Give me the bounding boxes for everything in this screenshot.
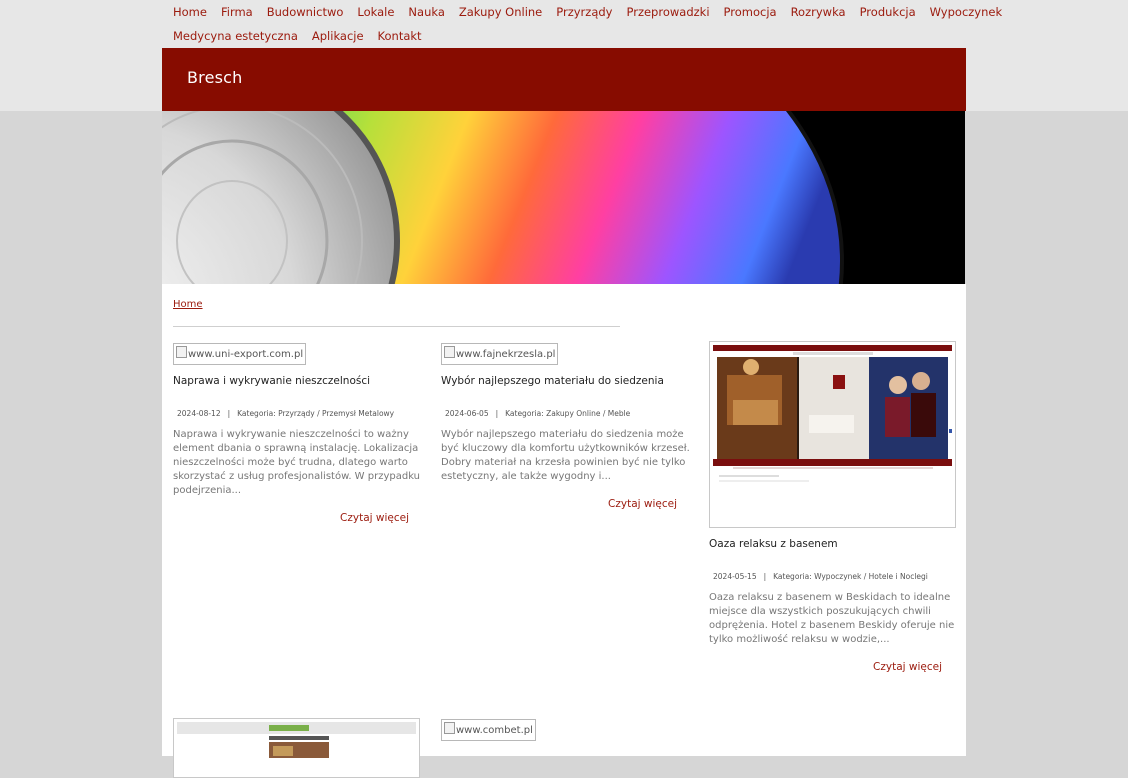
breadcrumb-home[interactable]: Home [173, 299, 203, 310]
meta-separator: | [763, 572, 767, 581]
read-more-link[interactable]: Czytaj więcej [709, 661, 956, 673]
article-card: Oaza relaksu z basenem 2024-05-15 | Katego… [709, 341, 956, 673]
banner-image [162, 111, 965, 284]
hotel-website-thumbnail [713, 345, 952, 524]
nav-item-rozrywka[interactable]: Rozrywka [791, 4, 846, 20]
nav-item-promocja[interactable]: Promocja [724, 4, 777, 20]
nav-item-przeprowadzki[interactable]: Przeprowadzki [626, 4, 709, 20]
main-content: Home www.uni-export.com.pl Naprawa i wyk… [162, 284, 966, 778]
article-category: Kategoria: Przyrządy / Przemysł Metalowy [237, 409, 395, 418]
article-date: 2024-06-05 [445, 409, 489, 418]
article-card: www.fajnekrzesla.pl Wybór najlepszego ma… [441, 342, 691, 510]
article-excerpt: Oaza relaksu z basenem w Beskidach to id… [709, 592, 955, 645]
nav-item-zakupy-online[interactable]: Zakupy Online [459, 4, 542, 20]
article-image[interactable] [173, 718, 420, 778]
article-image[interactable]: www.fajnekrzesla.pl [441, 343, 559, 365]
article-card: www.combet.pl [441, 718, 691, 741]
broken-image-icon [444, 722, 455, 734]
article-excerpt: Naprawa i wykrywanie nieszczelności to w… [173, 429, 421, 496]
page-container: Home Firma Budownictwo Lokale Nauka Zaku… [162, 0, 1002, 778]
nav-item-produkcja[interactable]: Produkcja [860, 4, 916, 20]
divider [173, 326, 620, 327]
image-alt-text: www.uni-export.com.pl [188, 349, 304, 360]
article-meta: 2024-08-12 | Kategoria: Przyrządy / Przemy… [173, 409, 423, 418]
nav-item-home[interactable]: Home [173, 4, 207, 20]
site-title[interactable]: Bresch [187, 68, 243, 87]
nav-item-nauka[interactable]: Nauka [408, 4, 444, 20]
article-category: Kategoria: Wypoczynek / Hotele i Noclegi [773, 572, 928, 581]
nav-row-2: Medycyna estetyczna Aplikacje Kontakt [173, 28, 436, 44]
article-card: www.uni-export.com.pl Naprawa i wykrywan… [173, 342, 423, 524]
image-alt-text: www.combet.pl [456, 725, 533, 736]
image-alt-text: www.fajnekrzesla.pl [456, 349, 556, 360]
article-title[interactable]: Wybór najlepszego materiału do siedzenia [441, 375, 691, 387]
article-card [173, 718, 420, 778]
article-date: 2024-08-12 [177, 409, 221, 418]
nav-row-1: Home Firma Budownictwo Lokale Nauka Zaku… [173, 4, 1016, 20]
article-date: 2024-05-15 [713, 572, 757, 581]
article-image[interactable]: www.uni-export.com.pl [173, 343, 307, 365]
nav-item-firma[interactable]: Firma [221, 4, 253, 20]
article-category: Kategoria: Zakupy Online / Meble [505, 409, 631, 418]
meta-separator: | [227, 409, 231, 418]
article-meta: 2024-06-05 | Kategoria: Zakupy Online / Me… [441, 409, 691, 418]
nav-item-medycyna-estetyczna[interactable]: Medycyna estetyczna [173, 28, 298, 44]
nav-item-wypoczynek[interactable]: Wypoczynek [930, 4, 1003, 20]
nav-item-kontakt[interactable]: Kontakt [378, 28, 422, 44]
cd-disc-graphic [162, 111, 965, 284]
read-more-link[interactable]: Czytaj więcej [173, 512, 423, 524]
website-thumbnail [177, 722, 416, 774]
nav-item-budownictwo[interactable]: Budownictwo [267, 4, 344, 20]
article-meta: 2024-05-15 | Kategoria: Wypoczynek / Hotel… [709, 572, 956, 581]
article-title[interactable]: Naprawa i wykrywanie nieszczelności [173, 375, 423, 387]
broken-image-icon [176, 346, 187, 358]
article-excerpt: Wybór najlepszego materiału do siedzenia… [441, 429, 690, 482]
broken-image-icon [444, 346, 455, 358]
article-title[interactable]: Oaza relaksu z basenem [709, 538, 956, 550]
meta-separator: | [495, 409, 499, 418]
nav-item-przyrzady[interactable]: Przyrządy [556, 4, 612, 20]
read-more-link[interactable]: Czytaj więcej [441, 498, 691, 510]
header-bar: Bresch [162, 48, 966, 111]
nav-item-lokale[interactable]: Lokale [357, 4, 394, 20]
nav-item-aplikacje[interactable]: Aplikacje [312, 28, 364, 44]
article-image[interactable]: www.combet.pl [441, 719, 536, 741]
article-image[interactable] [709, 341, 956, 528]
